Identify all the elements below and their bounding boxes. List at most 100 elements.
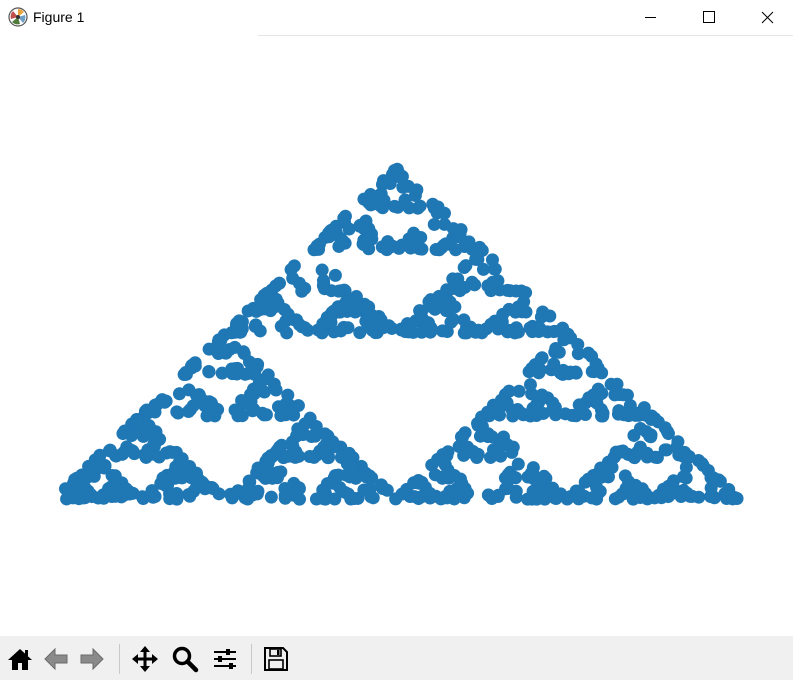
zoom-button[interactable] xyxy=(168,640,202,678)
toolbar-separator xyxy=(251,644,252,674)
back-button[interactable] xyxy=(39,640,73,678)
scatter-point xyxy=(506,440,520,454)
scatter-point xyxy=(658,421,672,435)
scatter-point xyxy=(468,278,482,292)
pan-icon xyxy=(132,646,158,672)
scatter-point xyxy=(413,304,427,318)
scatter-point xyxy=(332,468,346,482)
scatter-point xyxy=(147,437,161,451)
figure-canvas[interactable] xyxy=(0,36,793,636)
home-button[interactable] xyxy=(3,640,37,678)
scatter-point xyxy=(390,162,404,176)
scatter-point xyxy=(594,470,608,484)
scatter-point xyxy=(446,272,460,286)
pan-button[interactable] xyxy=(128,640,162,678)
scatter-point xyxy=(231,409,245,423)
scatter-point xyxy=(202,365,216,379)
scatter-point xyxy=(622,409,636,423)
scatter-point xyxy=(278,491,292,505)
scatter-point xyxy=(415,325,429,339)
scatter-point xyxy=(451,481,465,495)
scatter-point xyxy=(343,450,357,464)
scatter-point xyxy=(587,365,601,379)
configure-subplots-icon xyxy=(214,649,236,669)
scatter-point xyxy=(569,365,583,379)
scatter-point xyxy=(453,284,467,298)
home-icon xyxy=(8,649,32,670)
scatter-point xyxy=(536,406,550,420)
scatter-point xyxy=(290,427,304,441)
scatter-point xyxy=(538,471,552,485)
scatter-point xyxy=(548,324,562,338)
scatter-point xyxy=(412,492,426,506)
scatter-point xyxy=(342,222,356,236)
scatter-point xyxy=(454,430,468,444)
scatter-point xyxy=(549,342,563,356)
configure-subplots-button[interactable] xyxy=(208,640,242,678)
scatter-point xyxy=(144,487,158,501)
scatter-point xyxy=(281,388,295,402)
scatter-point xyxy=(272,276,286,290)
close-button[interactable] xyxy=(738,0,793,35)
scatter-point xyxy=(97,461,111,475)
scatter-point xyxy=(459,259,473,273)
scatter-point xyxy=(410,183,424,197)
scatter-point xyxy=(549,492,563,506)
scatter-point xyxy=(515,406,529,420)
scatter-point xyxy=(412,476,426,490)
scatter-point xyxy=(368,326,382,340)
scatter-point xyxy=(640,408,654,422)
maximize-icon xyxy=(703,11,715,23)
scatter-point xyxy=(211,335,225,349)
scatter-point xyxy=(139,450,153,464)
scatter-point xyxy=(191,471,205,485)
maximize-button[interactable] xyxy=(680,0,738,35)
scatter-point xyxy=(195,393,209,407)
scatter-point xyxy=(140,403,154,417)
scatter-point xyxy=(610,377,624,391)
scatter-point xyxy=(169,460,183,474)
scatter-point xyxy=(523,378,537,392)
scatter-point xyxy=(571,338,585,352)
scatter-point xyxy=(241,482,255,496)
scatter-point xyxy=(533,322,547,336)
scatter-point xyxy=(415,242,429,256)
scatter-point xyxy=(482,408,496,422)
minimize-button[interactable] xyxy=(622,0,680,35)
scatter-point xyxy=(506,471,520,485)
scatter-point xyxy=(402,201,416,215)
scatter-point xyxy=(217,346,231,360)
scatter-point xyxy=(284,263,298,277)
scatter-point xyxy=(435,471,449,485)
scatter-point xyxy=(75,468,89,482)
scatter-point xyxy=(628,480,642,494)
scatter-point xyxy=(343,293,357,307)
save-button[interactable] xyxy=(259,640,293,678)
scatter-point xyxy=(375,178,389,192)
scatter-point xyxy=(223,487,237,501)
scatter-point xyxy=(200,409,214,423)
scatter-point xyxy=(338,485,352,499)
scatter-point xyxy=(126,444,140,458)
scatter-point xyxy=(438,490,452,504)
scatter-point xyxy=(469,325,483,339)
save-icon xyxy=(264,647,288,671)
scatter-point xyxy=(436,448,450,462)
scatter-point xyxy=(59,482,72,496)
forward-button[interactable] xyxy=(75,640,109,678)
scatter-point xyxy=(627,428,641,442)
scatter-point xyxy=(308,429,322,443)
scatter-point xyxy=(292,482,306,496)
scatter-point xyxy=(457,326,471,340)
scatter-point xyxy=(310,239,324,253)
scatter-point xyxy=(429,242,443,256)
scatter-point xyxy=(102,444,116,458)
scatter-point xyxy=(320,477,334,491)
scatter-point xyxy=(546,396,560,410)
close-icon xyxy=(761,11,774,24)
minimize-icon xyxy=(645,17,656,18)
window-title: Figure 1 xyxy=(33,9,85,25)
scatter-point xyxy=(361,232,375,246)
scatter-point xyxy=(398,325,412,339)
scatter-point xyxy=(259,408,273,422)
